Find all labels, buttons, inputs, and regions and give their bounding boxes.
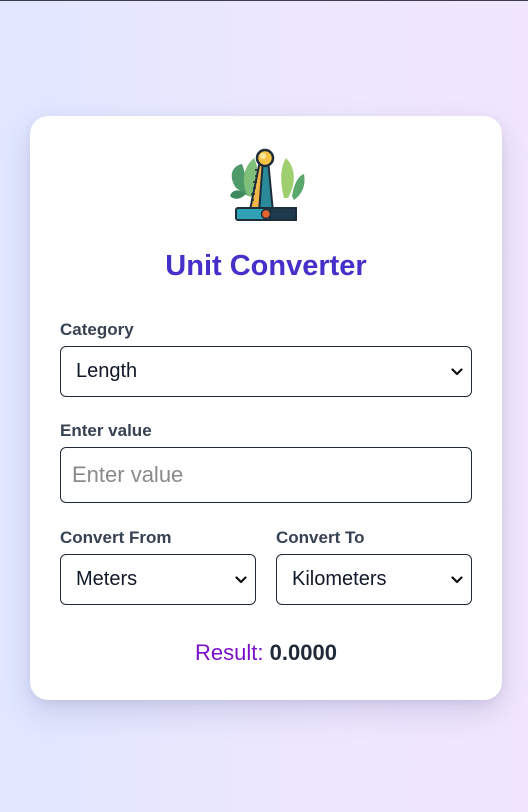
value-input[interactable] — [60, 447, 472, 503]
category-select-value: Length — [76, 360, 138, 382]
category-select[interactable]: Length — [60, 346, 472, 397]
window-top-border — [0, 0, 528, 1]
chevron-down-icon — [451, 575, 463, 583]
converter-card: Unit Converter Category Length Enter val… — [30, 116, 502, 700]
convert-from-select[interactable]: Meters — [60, 554, 256, 605]
category-label: Category — [60, 320, 134, 339]
convert-to-label: Convert To — [276, 528, 365, 547]
convert-to-select[interactable]: Kilometers — [276, 554, 472, 605]
convert-from-value: Meters — [76, 568, 138, 590]
result-display: Result: 0.0000 — [30, 640, 502, 666]
page-title: Unit Converter — [165, 250, 367, 282]
chevron-down-icon — [235, 575, 247, 583]
convert-to-value: Kilometers — [292, 568, 387, 590]
value-label: Enter value — [60, 421, 152, 440]
result-value: 0.0000 — [269, 640, 337, 665]
ruler-scale-icon — [230, 148, 305, 221]
result-label: Result: — [195, 640, 264, 665]
chevron-down-icon — [451, 367, 463, 375]
convert-from-label: Convert From — [60, 528, 172, 547]
